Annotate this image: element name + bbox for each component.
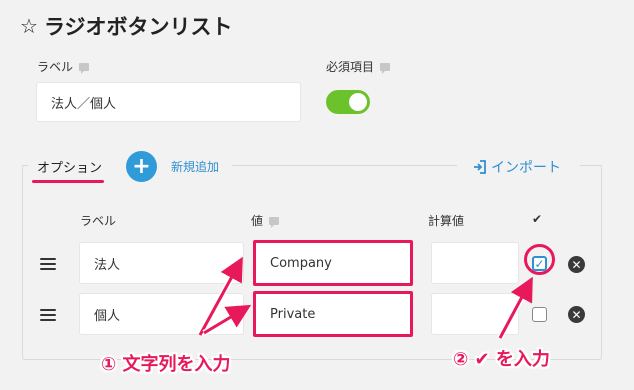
annotation-step2: ② ✔ を入力	[453, 349, 550, 370]
annotation-step1: ① 文字列を入力	[101, 354, 231, 375]
annotation-arrows	[197, 256, 533, 340]
